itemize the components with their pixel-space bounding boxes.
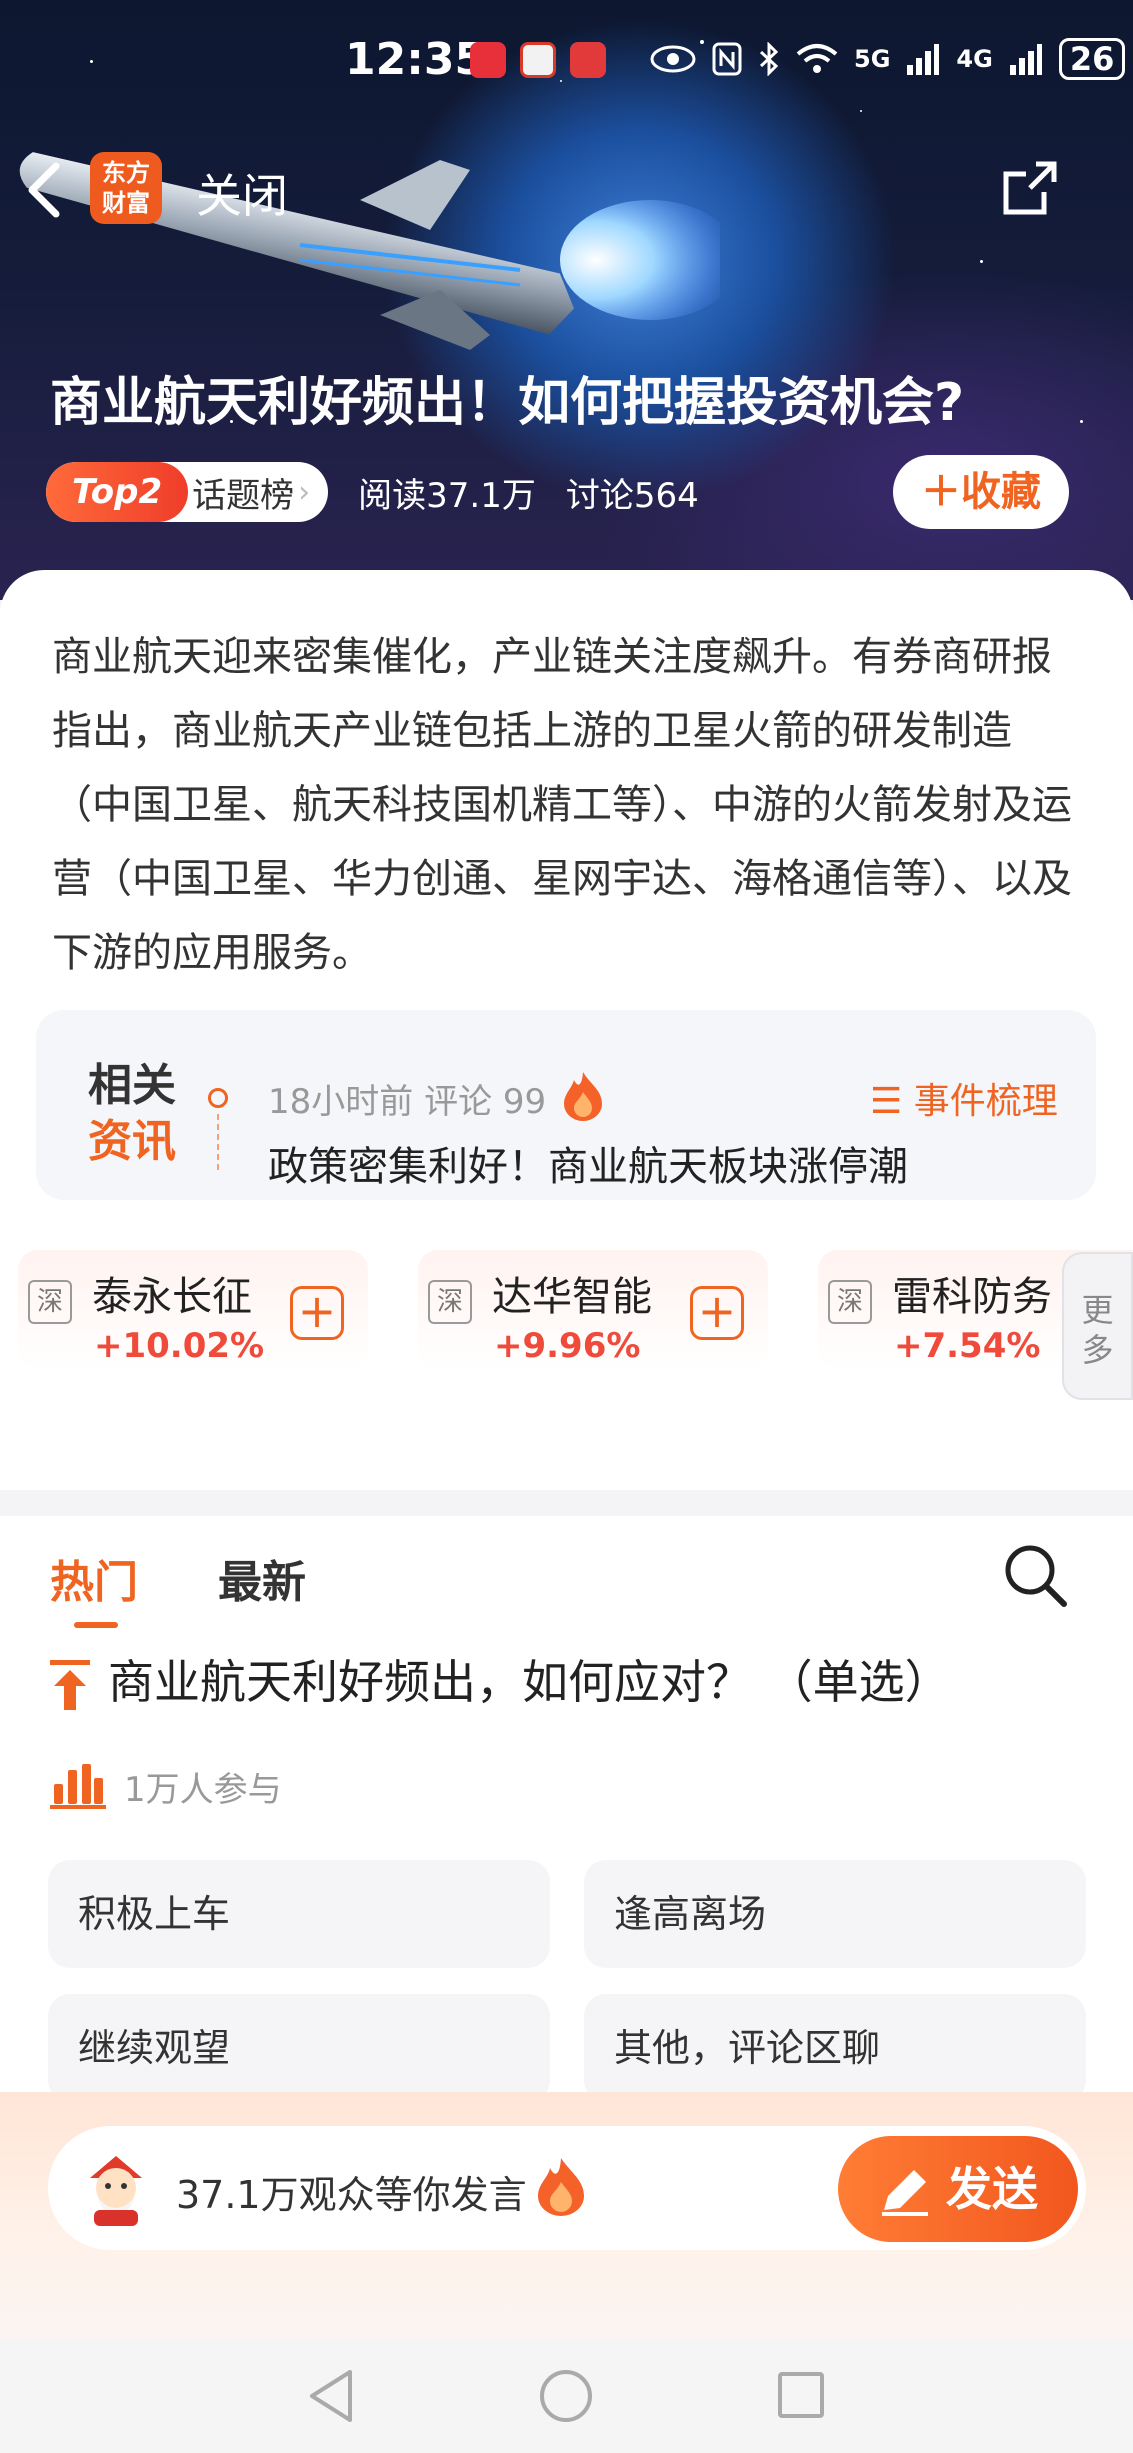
related-section: 相关 资讯 18小时前 评论 99 ☰ 事件梳理 政策密集利好！商业航天板块涨停… [0,980,1133,1490]
poll-option[interactable]: 积极上车 [48,1860,550,1968]
discuss-count: 讨论564 [565,475,699,516]
back-arrow-icon[interactable] [22,160,66,220]
more-label-1: 更 [1081,1291,1114,1329]
system-back-icon[interactable] [306,2368,356,2424]
topic-intro: 商业航天迎来密集催化，产业链关注度飙升。有券商研报指出，商业航天产业链包括上游的… [0,570,1133,990]
favorite-label: 收藏 [961,469,1041,515]
comment-input[interactable]: 37.1万观众等你发言 发送 [48,2126,1086,2250]
nfc-icon [712,42,742,76]
stock-card[interactable]: 深 达华智能 +9.96% + [418,1250,768,1370]
status-system-icons: 5G 4G 26 [650,38,1126,80]
timeline-line [217,1114,219,1170]
star [1080,420,1083,423]
timeline-dot [208,1088,228,1108]
send-label: 发送 [946,2162,1038,2216]
book-app-icon [570,42,606,78]
news-tag-line2: 资讯 [88,1116,176,1167]
read-count: 阅读37.1万 [358,475,536,516]
system-navigation-bar [0,2338,1133,2453]
close-button[interactable]: 关闭 [196,160,288,226]
favorite-button[interactable]: ＋收藏 [893,455,1069,529]
stock-change: +10.02% [94,1326,265,1366]
market-badge: 深 [428,1280,472,1324]
comment-placeholder: 37.1万观众等你发言 [176,2173,527,2217]
add-watchlist-button[interactable]: + [290,1286,344,1340]
logo-text-1: 东方 [102,159,150,187]
star [860,110,862,112]
status-bar: 12:35 5G 4G 26 [0,30,1133,94]
mascot-avatar [90,2156,142,2226]
share-icon[interactable] [1000,158,1060,218]
rank-badge: Top2 [46,462,189,522]
system-recents-icon[interactable] [778,2372,824,2418]
poll-arrow-icon [50,1660,90,1710]
poll-participants: 1万人参与 [124,1770,282,1810]
battery-indicator: 26 [1058,38,1126,80]
related-news-tag: 相关 资讯 [88,1058,176,1170]
more-stocks-button[interactable]: 更 多 [1062,1252,1133,1400]
poll-option[interactable]: 逢高离场 [584,1860,1086,1968]
tab-latest[interactable]: 最新 [218,1546,306,1610]
event-timeline-link[interactable]: ☰ 事件梳理 [870,1072,1058,1124]
tab-hot[interactable]: 热门 [50,1546,138,1610]
stock-name: 雷科防务 [892,1274,1052,1320]
stock-name: 达华智能 [492,1274,652,1320]
add-watchlist-button[interactable]: + [690,1286,744,1340]
system-home-icon[interactable] [540,2370,592,2422]
search-icon[interactable] [1000,1540,1070,1610]
network-5g-label: 5G [854,45,891,73]
huawei-app-icon [470,42,506,78]
news-meta: 18小时前 评论 99 [268,1082,547,1122]
fire-icon [538,2158,584,2216]
game-app-icon [520,42,556,78]
market-badge: 深 [28,1280,72,1324]
related-news-card[interactable]: 相关 资讯 18小时前 评论 99 ☰ 事件梳理 政策密集利好！商业航天板块涨停… [36,1010,1096,1200]
stock-change: +7.54% [894,1326,1041,1366]
logo-text-2: 财富 [102,189,150,217]
more-label-2: 多 [1081,1331,1114,1369]
poll-option[interactable]: 其他，评论区聊 [584,1994,1086,2102]
fire-icon [564,1072,602,1121]
hero-banner: 12:35 5G 4G 26 东方 财富 关闭 商业航天利好频出！如何把握投资机… [0,0,1133,600]
stock-name: 泰永长征 [92,1274,252,1320]
eye-icon [650,45,696,73]
stock-card[interactable]: 深 泰永长征 +10.02% + [18,1250,368,1370]
stock-change: +9.96% [494,1326,641,1366]
comment-area: 37.1万观众等你发言 发送 [0,2092,1133,2338]
signal-icon [907,44,940,75]
bar-chart-icon [50,1764,106,1809]
discussion-section: 热门 最新 商业航天利好频出，如何应对？ （单选） 1万人参与 积极上车 逢高离… [0,1516,1133,2102]
poll-title: 商业航天利好频出，如何应对？ （单选） [108,1655,951,1709]
topic-meta-row: Top2 话题榜 › 阅读37.1万 讨论564 [46,462,699,522]
pencil-icon [882,2170,928,2216]
related-stocks: 深 泰永长征 +10.02% + 深 达华智能 +9.96% + 深 雷科防务 … [18,1250,1133,1370]
active-tab-indicator [74,1622,118,1628]
wifi-icon [796,44,838,73]
topic-title: 商业航天利好频出！如何把握投资机会? [50,373,965,433]
poll-option[interactable]: 继续观望 [48,1994,550,2102]
chevron-right-icon: › [298,474,311,510]
news-headline[interactable]: 政策密集利好！商业航天板块涨停潮 [268,1134,908,1192]
news-tag-line1: 相关 [88,1060,176,1111]
market-badge: 深 [828,1280,872,1324]
eastmoney-logo: 东方 财富 [90,152,162,224]
status-notification-icons [470,42,606,78]
bluetooth-icon [759,42,779,76]
send-button[interactable]: 发送 [838,2136,1078,2242]
star [980,260,983,263]
network-4g-label: 4G [956,45,993,73]
signal-icon-2 [1009,44,1042,75]
status-time: 12:35 [345,34,486,85]
rank-label: 话题榜 [192,475,295,516]
topic-rank-link[interactable]: Top2 话题榜 › [46,462,329,522]
event-timeline-label: 事件梳理 [913,1081,1058,1122]
